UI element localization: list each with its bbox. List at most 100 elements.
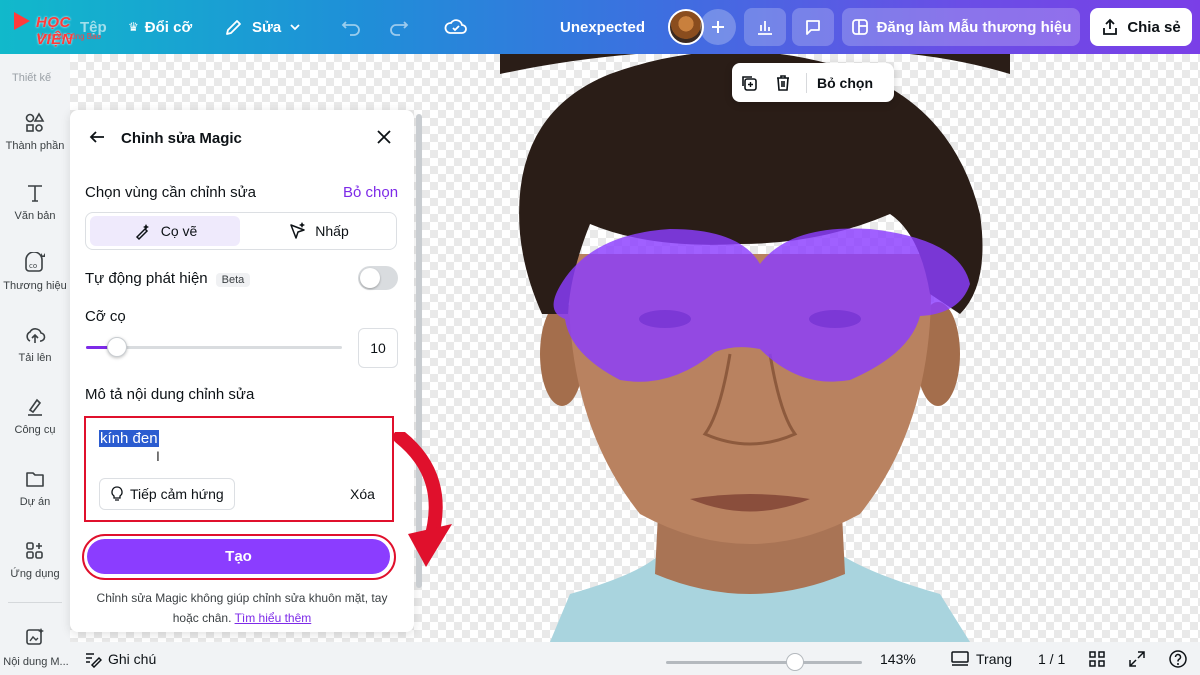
share-label: Chia sẻ [1127,18,1181,36]
mode-brush-option[interactable]: Cọ vẽ [90,216,240,246]
clear-prompt-button[interactable]: Xóa [350,486,375,502]
zoom-slider-handle[interactable] [786,653,805,671]
zoom-level[interactable]: 143% [880,642,916,675]
upload-icon [26,328,46,343]
comment-icon [806,20,820,35]
rail-label-projects: Dự án [19,496,51,508]
rail-item-elements[interactable]: Thành phần [0,112,70,152]
pages-icon [951,650,969,666]
portrait-photo[interactable] [490,54,1010,642]
annotation-arrow-icon [393,432,452,567]
prompt-textarea[interactable]: kính đen I Tiếp cảm hứng Xóa [84,416,394,522]
undo-icon [341,21,360,36]
page-count: 1 / 1 [1038,650,1066,667]
magic-brush-icon [135,224,149,241]
brand-icon: co [25,252,45,272]
deselect-link[interactable]: Bỏ chọn [343,184,398,201]
brush-size-slider-handle[interactable] [106,337,127,357]
apps-icon [26,542,43,559]
lightbulb-icon [111,486,123,501]
brand-template-label: Đăng làm Mẫu thương hiệu [876,18,1072,36]
rail-divider [8,602,62,603]
rail-header-design: Thiết kế [12,72,52,84]
magic-edit-panel: Chỉnh sửa Magic Chọn vùng cần chỉnh sửa … [70,110,414,632]
edit-menu[interactable]: Sửa [224,0,301,54]
template-icon [851,19,868,35]
notes-icon [86,652,102,668]
zoom-slider[interactable] [666,653,862,671]
panel-header: Chỉnh sửa Magic [70,110,414,166]
delete-button[interactable] [766,63,800,102]
grid-icon [1089,650,1105,667]
deselect-button[interactable]: Bỏ chọn [817,75,873,91]
rail-item-brand[interactable]: co Thương hiệu [0,252,70,292]
brush-size-label: Cỡ cọ [85,308,126,325]
magic-media-icon [26,628,44,645]
inspire-me-label: Tiếp cảm hứng [130,486,224,502]
generate-button[interactable]: Tạo [87,539,390,574]
mode-click-label: Nhấp [315,223,349,239]
add-collaborator-button[interactable] [700,9,736,45]
rail-item-upload[interactable]: Tải lên [0,324,70,364]
resize-button[interactable]: ♛ Đổi cỡ [128,0,192,54]
publish-as-brand-template-button[interactable]: Đăng làm Mẫu thương hiệu [842,8,1080,46]
rail-item-tools[interactable]: Công cụ [0,396,70,436]
expand-icon [1129,650,1145,667]
text-icon [28,185,42,202]
back-arrow-icon[interactable] [88,128,106,146]
redo-icon [390,21,409,36]
undo-button[interactable] [340,0,362,54]
inspire-me-button[interactable]: Tiếp cảm hứng [99,478,235,510]
magic-click-icon [290,222,306,239]
file-menu[interactable]: Tệp [80,0,107,54]
insights-button[interactable] [744,8,786,46]
rail-label-brand: Thương hiệu [3,280,67,292]
rail-item-text[interactable]: Văn bản [0,182,70,222]
create-button-highlight: Tạo [82,534,396,580]
prompt-text-selected: kính đen [99,430,159,447]
plus-icon [712,21,724,33]
grid-view-button[interactable] [1088,642,1106,675]
close-icon[interactable] [375,128,393,146]
toolbar-divider [806,72,807,93]
mode-click-option[interactable]: Nhấp [244,216,392,246]
brush-size-slider[interactable] [86,337,342,357]
left-rail: Thiết kế Thành phần Văn bản co Thương hi… [0,54,70,675]
duplicate-icon [742,75,757,91]
learn-more-link[interactable]: Tìm hiểu thêm [235,611,312,625]
brush-size-input[interactable]: 10 [358,328,398,368]
rail-label-magic-media: Nội dung M... [3,656,69,668]
pages-button[interactable]: Trang [950,642,1012,675]
selection-mode-switch: Cọ vẽ Nhấp [85,212,397,250]
rail-item-apps[interactable]: Ứng dụng [0,540,70,580]
rail-label-elements: Thành phần [5,140,65,152]
auto-detect-toggle[interactable] [358,266,398,290]
avatar[interactable] [668,9,704,45]
rail-item-magic-media[interactable] [0,626,70,650]
top-bar: HỌC VIỆN Vinh Xi Công Bao Tệp ♛ Đổi cỡ S… [0,0,1200,54]
rail-label-apps: Ứng dụng [10,568,60,580]
select-area-label: Chọn vùng cần chỉnh sửa [85,184,256,201]
rail-item-projects[interactable]: Dự án [0,468,70,508]
edit-label: Sửa [252,18,282,36]
redo-button[interactable] [388,0,410,54]
comments-button[interactable] [792,8,834,46]
help-button[interactable] [1168,642,1188,675]
duplicate-button[interactable] [732,63,766,102]
tools-icon [28,398,42,416]
elements-icon [25,112,45,132]
fullscreen-button[interactable] [1128,642,1146,675]
generate-label: Tạo [225,548,252,565]
share-button[interactable]: Chia sẻ [1090,8,1192,46]
logo-mark-icon [14,12,30,30]
crown-icon: ♛ [128,20,139,34]
share-icon [1103,18,1118,35]
text-cursor-icon: I [156,448,160,464]
svg-text:co: co [29,262,37,270]
cloud-sync-button[interactable] [444,0,468,54]
toggle-knob [360,268,380,288]
design-title[interactable]: Unexpected [560,0,645,54]
rail-label-text: Văn bản [14,210,56,222]
auto-detect-label: Tự động phát hiện [85,270,208,287]
notes-button[interactable]: Ghi chú [84,642,156,675]
